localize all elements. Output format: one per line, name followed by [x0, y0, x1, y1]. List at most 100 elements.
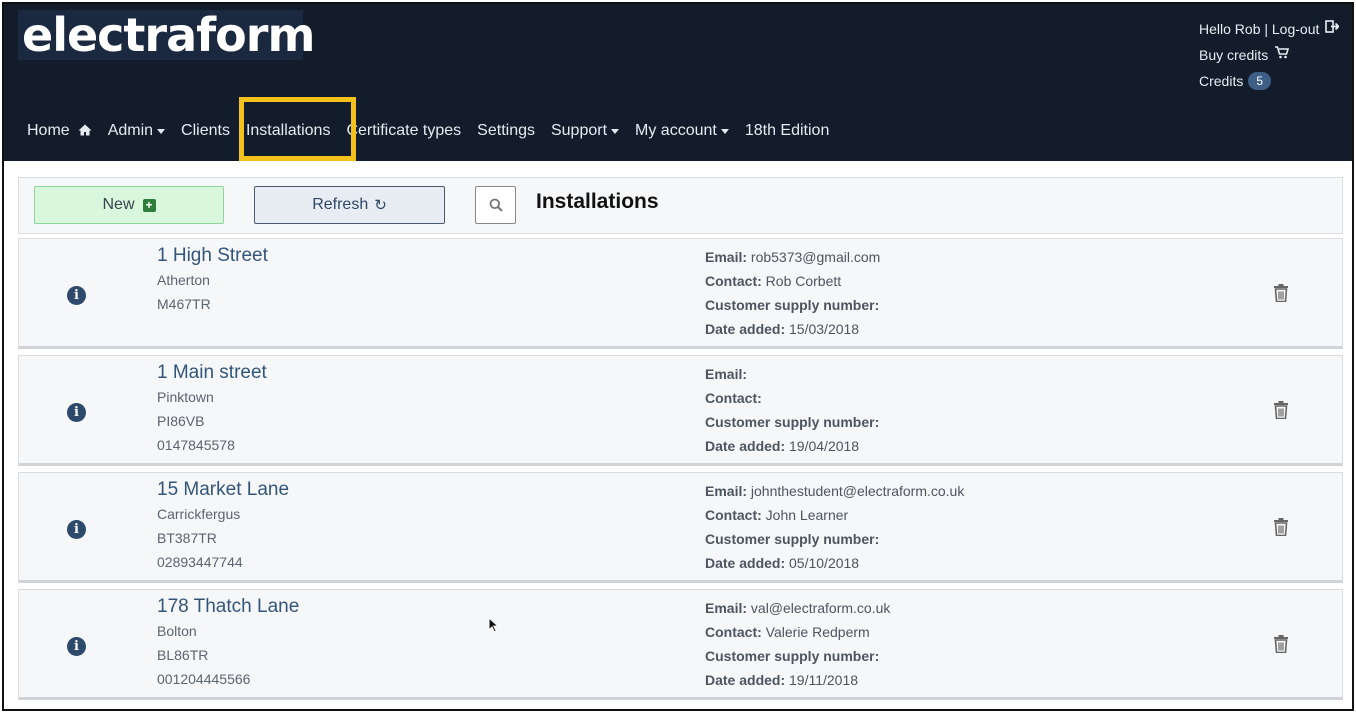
contact-label: Contact:: [705, 273, 762, 289]
date-added-value: 19/11/2018: [789, 672, 859, 688]
date-added-label: Date added:: [705, 672, 786, 688]
installation-postcode: PI86VB: [157, 413, 205, 429]
nav-settings[interactable]: Settings: [477, 122, 535, 140]
installation-card: i 15 Market Lane Carrickfergus BT387TR 0…: [18, 472, 1343, 583]
supply-label: Customer supply number:: [705, 414, 880, 430]
trash-icon[interactable]: [1273, 518, 1289, 541]
nav-support-label: Support: [550, 122, 608, 139]
date-added-label: Date added:: [705, 555, 786, 571]
installation-card: i 1 High Street Atherton M467TR Email: r…: [18, 238, 1343, 349]
contact-value: John Learner: [765, 507, 849, 523]
plus-square-icon: +: [142, 198, 156, 212]
nav-support[interactable]: Support: [550, 122, 620, 140]
buy-credits-link[interactable]: Buy credits: [1199, 42, 1268, 68]
installation-phone: 02893447744: [157, 554, 243, 570]
email-label: Email:: [705, 366, 748, 382]
nav-clients[interactable]: Clients: [181, 122, 230, 140]
contact-value: Rob Corbett: [765, 273, 842, 289]
supply-label: Customer supply number:: [705, 297, 880, 313]
trash-icon[interactable]: [1273, 284, 1289, 307]
installation-details: Email: Contact: Customer supply number: …: [705, 362, 879, 458]
installation-details: Email: rob5373@gmail.com Contact: Rob Co…: [705, 245, 880, 341]
date-added-value: 05/10/2018: [789, 555, 860, 571]
refresh-icon: ↻: [374, 197, 387, 214]
email-value: johnthestudent@electraform.co.uk: [750, 483, 965, 499]
credits-badge: 5: [1248, 72, 1272, 90]
search-icon: [489, 198, 503, 212]
page-title: Installations: [536, 190, 659, 213]
contact-label: Contact:: [705, 624, 762, 640]
nav-my-account[interactable]: My account: [635, 122, 729, 140]
nav-home[interactable]: Home: [27, 122, 92, 140]
installation-town: Carrickfergus: [157, 506, 241, 522]
info-icon[interactable]: i: [67, 637, 86, 656]
app-frame: electraform Hello Rob | Log-out Buy cred…: [2, 2, 1354, 711]
search-button[interactable]: [475, 186, 516, 224]
user-panel: Hello Rob | Log-out Buy credits Credits …: [1199, 16, 1341, 94]
installation-name-link[interactable]: 178 Thatch Lane: [157, 595, 299, 619]
installation-postcode: BT387TR: [157, 530, 217, 546]
installation-address: 178 Thatch Lane Bolton BL86TR 0012044455…: [157, 595, 299, 691]
mouse-cursor-icon: [488, 616, 500, 638]
logout-icon[interactable]: [1325, 16, 1341, 42]
installation-town: Atherton: [157, 272, 210, 288]
date-added-label: Date added:: [705, 321, 786, 337]
cart-icon[interactable]: [1274, 42, 1290, 68]
installation-town: Pinktown: [157, 389, 214, 405]
caret-down-icon: [720, 128, 729, 134]
trash-icon[interactable]: [1273, 401, 1289, 424]
info-icon[interactable]: i: [67, 286, 86, 305]
toolbar: New + Refresh ↻ Installations: [18, 177, 1343, 234]
supply-label: Customer supply number:: [705, 531, 880, 547]
nav-my-account-label: My account: [635, 122, 717, 139]
installation-card: i 1 Main street Pinktown PI86VB 01478455…: [18, 355, 1343, 466]
email-label: Email:: [705, 600, 748, 616]
nav-home-label: Home: [27, 122, 70, 139]
info-icon[interactable]: i: [67, 520, 86, 539]
supply-label: Customer supply number:: [705, 648, 880, 664]
installation-name-link[interactable]: 1 Main street: [157, 361, 267, 385]
installation-address: 1 High Street Atherton M467TR: [157, 244, 268, 316]
new-button-label: New: [102, 196, 135, 213]
installation-name-link[interactable]: 1 High Street: [157, 244, 268, 268]
nav-certificate-types[interactable]: Certificate types: [346, 122, 461, 140]
installation-address: 15 Market Lane Carrickfergus BT387TR 028…: [157, 478, 289, 574]
installation-phone: 001204445566: [157, 671, 251, 687]
date-added-label: Date added:: [705, 438, 786, 454]
installation-details: Email: johnthestudent@electraform.co.uk …: [705, 479, 964, 575]
caret-down-icon: [611, 128, 620, 134]
installation-card: i 178 Thatch Lane Bolton BL86TR 00120444…: [18, 589, 1343, 700]
contact-label: Contact:: [705, 390, 762, 406]
installation-postcode: M467TR: [157, 296, 211, 312]
installations-highlight-box: [239, 97, 356, 161]
nav-admin[interactable]: Admin: [107, 122, 166, 140]
email-value: val@electraform.co.uk: [750, 600, 891, 616]
header: electraform Hello Rob | Log-out Buy cred…: [4, 4, 1352, 161]
credits-label: Credits: [1199, 73, 1244, 89]
contact-label: Contact:: [705, 507, 762, 523]
new-button[interactable]: New +: [34, 186, 224, 224]
contact-value: Valerie Redperm: [765, 624, 870, 640]
date-added-value: 19/04/2018: [789, 438, 860, 454]
installation-postcode: BL86TR: [157, 647, 209, 663]
home-icon: [78, 123, 92, 139]
nav-admin-label: Admin: [107, 122, 154, 139]
caret-down-icon: [157, 128, 166, 134]
electraform-logo[interactable]: electraform: [18, 10, 315, 60]
installation-address: 1 Main street Pinktown PI86VB 0147845578: [157, 361, 267, 457]
email-label: Email:: [705, 249, 748, 265]
main-nav: Home Admin Clients Installations Certifi…: [27, 122, 845, 140]
nav-18th-edition[interactable]: 18th Edition: [745, 122, 830, 140]
installation-town: Bolton: [157, 623, 197, 639]
date-added-value: 15/03/2018: [789, 321, 860, 337]
email-label: Email:: [705, 483, 748, 499]
installation-details: Email: val@electraform.co.uk Contact: Va…: [705, 596, 890, 692]
trash-icon[interactable]: [1273, 635, 1289, 658]
installation-name-link[interactable]: 15 Market Lane: [157, 478, 289, 502]
installation-phone: 0147845578: [157, 437, 235, 453]
email-value: rob5373@gmail.com: [750, 249, 881, 265]
refresh-button[interactable]: Refresh ↻: [254, 186, 445, 224]
logout-link[interactable]: Hello Rob | Log-out: [1199, 16, 1319, 42]
refresh-button-label: Refresh: [312, 196, 369, 213]
info-icon[interactable]: i: [67, 403, 86, 422]
